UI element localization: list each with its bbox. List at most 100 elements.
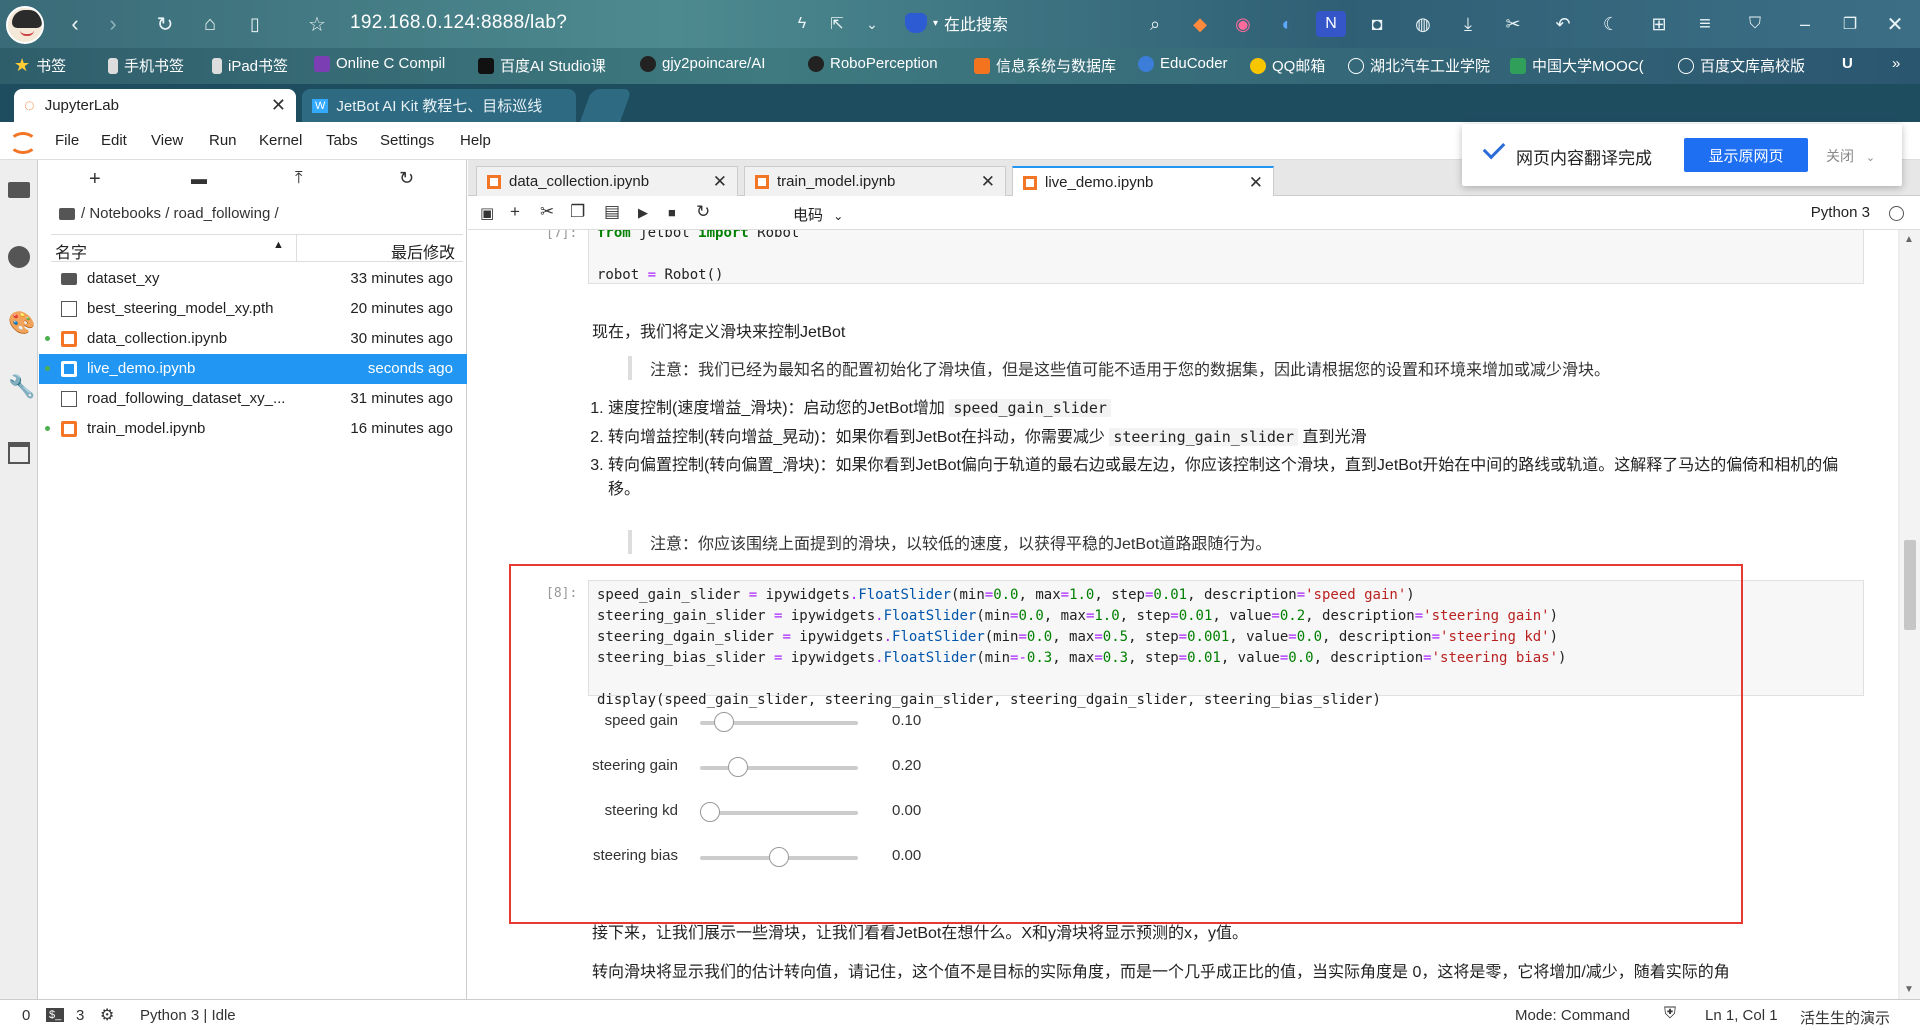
cell-type-select[interactable]: 电码 ⌄ [793, 204, 843, 225]
running-icon[interactable] [8, 246, 30, 268]
bookmark-item[interactable]: Online C Compil [314, 55, 445, 72]
menu-icon[interactable]: ≡ [1690, 0, 1720, 48]
extensions-icon[interactable]: ⊞ [1644, 0, 1674, 48]
bookmark-item[interactable]: iPad书签 [212, 55, 288, 76]
bookmark-item[interactable]: 湖北汽车工业学院 [1348, 55, 1490, 76]
reader-icon[interactable]: ▯ [240, 0, 270, 48]
bookmark-item[interactable]: QQ邮箱 [1250, 55, 1325, 76]
chevron-down-icon[interactable]: ⌄ [860, 0, 884, 48]
wrench-icon[interactable]: 🔧 [8, 374, 35, 399]
code-cell-8[interactable]: speed_gain_slider = ipywidgets.FloatSlid… [588, 580, 1864, 708]
more-bookmarks-icon[interactable]: » [1892, 55, 1900, 72]
file-row-best-steering-model[interactable]: best_steering_model_xy.pth 20 minutes ag… [39, 294, 467, 324]
notebook-scrollbar[interactable]: ▲ ▼ [1900, 230, 1920, 999]
tabs-icon[interactable] [8, 442, 30, 464]
slider-value[interactable]: 0.10 [892, 712, 921, 729]
slider-value[interactable]: 0.00 [892, 802, 921, 819]
save-icon[interactable]: ▣ [480, 204, 494, 222]
bookmark-item[interactable]: 百度文库高校版 [1678, 55, 1805, 76]
column-name[interactable]: 名字 [55, 239, 87, 263]
shirt-icon[interactable]: ⛉ [1740, 0, 1770, 48]
scroll-up-icon[interactable]: ▲ [1904, 234, 1914, 245]
slider-track[interactable] [700, 766, 858, 770]
close-icon[interactable]: ✕ [1249, 173, 1263, 193]
minimize-icon[interactable]: – [1790, 0, 1820, 48]
bookmark-item[interactable]: 信息系统与数据库 [974, 55, 1116, 76]
stop-icon[interactable]: ■ [668, 205, 676, 220]
tab-train-model[interactable]: train_model.ipynb ✕ [744, 166, 1006, 196]
breadcrumb-path[interactable]: / Notebooks / road_following / [81, 205, 279, 222]
scrollbar-thumb[interactable] [1904, 540, 1916, 630]
share-icon[interactable]: ⇱ [825, 0, 849, 48]
download-icon[interactable]: ⤓ [1453, 0, 1483, 48]
star-icon[interactable]: ☆ [302, 0, 332, 48]
translate-close-button[interactable]: 关闭 ⌄ [1826, 146, 1875, 166]
reload-icon[interactable]: ↻ [150, 0, 180, 48]
tab-jupyterlab[interactable]: ◌ JupyterLab ✕ [14, 89, 296, 122]
folder-icon[interactable] [59, 207, 75, 220]
kernel-status[interactable]: Python 3 | Idle [140, 1007, 236, 1024]
tab-data-collection[interactable]: data_collection.ipynb ✕ [476, 166, 738, 196]
bookmark-item[interactable]: 手机书签 [108, 55, 184, 76]
bookmark-item[interactable]: EduCoder [1138, 55, 1228, 72]
bookmark-item[interactable]: gjy2poincare/AI [640, 55, 765, 72]
upload-icon[interactable]: ⤒ [295, 168, 303, 188]
slider-thumb[interactable] [713, 712, 734, 732]
restore-icon[interactable]: ❐ [1835, 0, 1865, 48]
close-window-icon[interactable]: ✕ [1880, 0, 1910, 48]
cut-icon[interactable]: ✂ [540, 202, 554, 222]
new-launcher-icon[interactable]: + [89, 168, 101, 191]
folder-icon[interactable] [8, 182, 30, 198]
tab-live-demo[interactable]: live_demo.ipynb ✕ [1012, 166, 1274, 197]
translate-icon[interactable]: ◐ [1272, 0, 1302, 48]
forward-icon[interactable]: › [98, 0, 128, 48]
close-icon[interactable]: ✕ [713, 172, 727, 192]
search-engine[interactable]: ▾ 在此搜索 [905, 11, 1008, 35]
camera-icon[interactable]: ◘ [1362, 0, 1392, 48]
close-icon[interactable]: ✕ [271, 95, 286, 116]
menu-file[interactable]: File [55, 132, 79, 149]
menu-view[interactable]: View [151, 132, 183, 149]
menu-tabs[interactable]: Tabs [326, 132, 358, 149]
scroll-down-icon[interactable]: ▼ [1904, 984, 1914, 995]
moon-icon[interactable]: ☾ [1596, 0, 1626, 48]
address-bar[interactable]: 192.168.0.124:8888/lab? [350, 12, 567, 34]
back-icon[interactable]: ‹ [60, 0, 90, 48]
slider-value[interactable]: 0.00 [892, 847, 921, 864]
game-icon[interactable]: ◆ [1185, 0, 1215, 48]
file-row-data-collection[interactable]: data_collection.ipynb 30 minutes ago [39, 324, 467, 354]
tab-jetbot-tutorial[interactable]: W JetBot AI Kit 教程七、目标巡线 [302, 89, 576, 122]
run-icon[interactable]: ▶ [638, 205, 648, 221]
slider-thumb[interactable] [700, 802, 720, 822]
bookmark-item[interactable]: U [1842, 55, 1853, 72]
bulb-icon[interactable]: ◍ [1408, 0, 1438, 48]
menu-settings[interactable]: Settings [380, 132, 434, 149]
file-row-live-demo[interactable]: live_demo.ipynb seconds ago [39, 354, 467, 384]
new-folder-icon[interactable]: ▬ [191, 171, 207, 189]
paste-icon[interactable]: ▤ [604, 202, 620, 222]
ai-icon[interactable]: N [1316, 11, 1346, 37]
kernel-name[interactable]: Python 3 [1811, 204, 1870, 221]
add-cell-icon[interactable]: + [510, 202, 520, 222]
lightning-icon[interactable]: ϟ [790, 0, 814, 48]
bookmark-item[interactable]: 中国大学MOOC( [1510, 55, 1644, 76]
refresh-icon[interactable]: ↻ [399, 168, 414, 189]
show-original-button[interactable]: 显示原网页 [1684, 138, 1808, 172]
close-icon[interactable]: ✕ [981, 172, 995, 192]
file-row-dataset-xy[interactable]: dataset_xy 33 minutes ago [39, 264, 467, 294]
search-icon[interactable]: ⌕ [1140, 0, 1170, 48]
cat-icon[interactable]: ◉ [1228, 0, 1258, 48]
bookmark-item[interactable]: 百度AI Studio课 [478, 55, 606, 76]
shield-icon[interactable]: ⛨ [1664, 1005, 1676, 1023]
slider-value[interactable]: 0.20 [892, 757, 921, 774]
new-tab-button[interactable] [579, 89, 633, 122]
undo-icon[interactable]: ↶ [1548, 0, 1578, 48]
menu-run[interactable]: Run [209, 132, 237, 149]
bookmark-item[interactable]: ★ 书签 [14, 55, 66, 76]
menu-edit[interactable]: Edit [101, 132, 127, 149]
copy-icon[interactable]: ❐ [570, 202, 585, 222]
palette-icon[interactable]: 🎨 [8, 310, 35, 335]
slider-thumb[interactable] [727, 757, 748, 777]
sort-ascending-icon[interactable]: ▲ [273, 239, 284, 251]
scissors-icon[interactable]: ✂ [1498, 0, 1528, 48]
